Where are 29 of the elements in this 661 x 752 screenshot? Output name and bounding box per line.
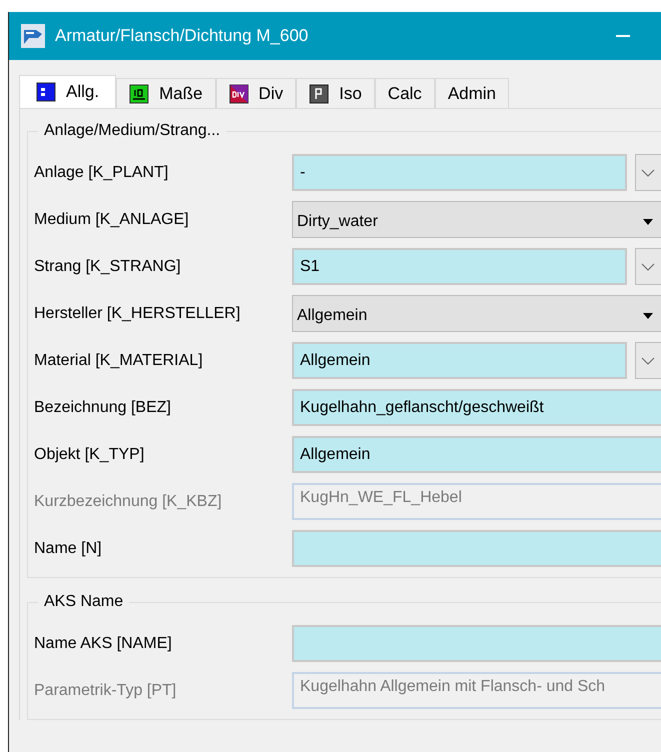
field-label: Name [N]: [34, 540, 103, 558]
input-field[interactable]: Allgemein: [292, 342, 627, 379]
group-title: AKS Name: [43, 593, 124, 611]
field-label: Parametrik-Typ [PT]: [34, 682, 178, 700]
field-label: Name AKS [NAME]: [34, 634, 173, 652]
field-label: Medium [K_ANLAGE]: [34, 210, 190, 228]
input-field[interactable]: Kugelhahn_geflanscht/geschweißt: [292, 389, 661, 426]
field-label: Hersteller [K_HERSTELLER]: [34, 304, 242, 322]
tab[interactable]: Allg.: [19, 75, 116, 108]
readonly-field[interactable]: KugHn_WE_FL_Hebel: [292, 483, 661, 520]
readonly-field[interactable]: Kugelhahn Allgemein mit Flansch- und Sch: [292, 672, 661, 709]
dropdown[interactable]: Dirty_water: [292, 201, 661, 238]
field-label: Anlage [K_PLANT]: [34, 164, 170, 182]
dropdown[interactable]: Allgemein: [292, 295, 661, 332]
input-field[interactable]: S1: [292, 248, 627, 285]
tab[interactable]: Calc: [374, 78, 435, 108]
tab[interactable]: Maße: [116, 78, 216, 108]
tab[interactable]: Div: [216, 78, 296, 108]
field-label: Kurzbezeichnung [K_KBZ]: [34, 492, 223, 510]
field-label: Material [K_MATERIAL]: [34, 352, 204, 370]
field-label: Strang [K_STRANG]: [34, 258, 182, 276]
window-title: Armatur/Flansch/Dichtung M_600: [55, 26, 308, 46]
input-field[interactable]: Allgemein: [292, 436, 661, 473]
field-label: Objekt [K_TYP]: [34, 446, 146, 464]
tab[interactable]: Iso: [296, 78, 375, 108]
field-label: Bezeichnung [BEZ]: [34, 398, 172, 416]
input-field[interactable]: -: [292, 154, 627, 191]
tab[interactable]: Admin: [434, 78, 509, 108]
group-title: Anlage/Medium/Strang...: [43, 122, 222, 140]
